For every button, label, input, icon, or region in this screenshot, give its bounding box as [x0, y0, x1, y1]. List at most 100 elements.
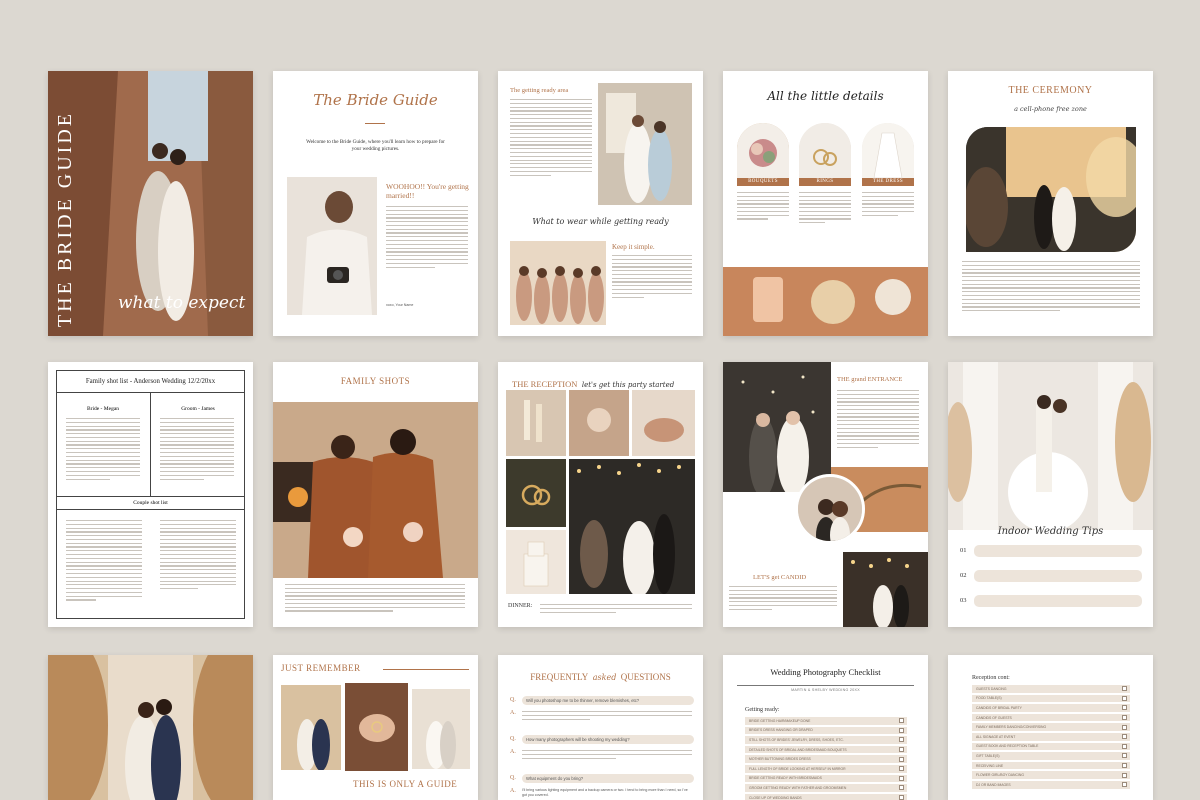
- checklist-item[interactable]: BRIDE GETTING HAIR/MAKEUP DONE: [745, 717, 907, 726]
- faq-q2-text: How many photographers will be shooting …: [526, 737, 630, 742]
- checklist-item-label: FULL LENGTH OF BRIDE LOOKING AT HERSELF …: [749, 766, 846, 771]
- faq-a3-letter: A.: [510, 788, 516, 794]
- checkbox[interactable]: [1122, 686, 1127, 692]
- checklist-item[interactable]: BRIDE'S DRESS HANGING OR DRAPED: [745, 726, 907, 736]
- checklist-item[interactable]: CLOSE UP OF WEDDING BANDS: [745, 793, 907, 800]
- page-details[interactable]: All the little details BOUQUETS RINGS TH…: [723, 71, 928, 336]
- checkbox[interactable]: [1122, 763, 1127, 769]
- page-pampas-couple[interactable]: [48, 655, 253, 800]
- checkbox[interactable]: [1122, 782, 1127, 788]
- checkbox[interactable]: [1122, 772, 1127, 778]
- label-bouquets: BOUQUETS: [737, 178, 789, 186]
- checkbox[interactable]: [1122, 753, 1127, 759]
- checklist-item[interactable]: MOTHER BUTTONING BRIDES DRESS: [745, 755, 907, 764]
- ceremony-body: [962, 261, 1140, 314]
- checkbox[interactable]: [899, 718, 904, 724]
- checklist-item[interactable]: GUESTS DANCING: [972, 685, 1130, 694]
- page-family-list[interactable]: Family shot list - Anderson Wedding 12/2…: [48, 362, 253, 627]
- checkbox[interactable]: [899, 727, 904, 733]
- rings-text: [799, 192, 851, 226]
- reception-dance-photo: [569, 459, 695, 594]
- checklist-item-label: GIFT TABLE(S): [976, 753, 1000, 758]
- page-reception[interactable]: THE RECEPTION let's get this party start…: [498, 362, 703, 627]
- checkbox[interactable]: [1122, 695, 1127, 701]
- checklist-item[interactable]: CANDIDS OF GUESTS: [972, 713, 1130, 723]
- checkbox[interactable]: [899, 766, 904, 772]
- checklist-item[interactable]: GIFT TABLE(S): [972, 752, 1130, 761]
- faq-title: FREQUENTLY asked QUESTIONS: [498, 667, 703, 685]
- checkbox[interactable]: [1122, 734, 1127, 740]
- page-cover[interactable]: THE BRIDE GUIDE what to expect: [48, 71, 253, 336]
- page-checklist[interactable]: Wedding Photography Checklist MARTIN & S…: [723, 655, 928, 800]
- checklist-item[interactable]: FOOD TABLE(S): [972, 694, 1130, 704]
- checklist-item-label: FLOWER GIRL/BOY DANCING: [976, 773, 1024, 778]
- checklist-item-label: RECEIVING LINE: [976, 763, 1004, 768]
- checklist-item[interactable]: BRIDE GETTING READY WITH BRIDESMAIDS: [745, 774, 907, 784]
- page-bride-guide[interactable]: The Bride Guide Welcome to the Bride Gui…: [273, 71, 478, 336]
- label-dress: THE DRESS: [862, 178, 914, 186]
- page-getting-ready[interactable]: The getting ready area What to wear whil…: [498, 71, 703, 336]
- details-title: All the little details: [767, 89, 884, 103]
- dinner-label: DINNER:: [508, 603, 533, 609]
- checklist-item[interactable]: GUEST BOOK AND RECEPTION TABLE: [972, 742, 1130, 752]
- faq-title-b: QUESTIONS: [620, 672, 671, 682]
- family-shots-title: FAMILY SHOTS: [340, 376, 411, 386]
- checkbox[interactable]: [899, 737, 904, 743]
- checklist-item-label: FAMILY MEMBERS DANCING/CONVERSING: [976, 725, 1047, 730]
- reception-lights-photo: [843, 552, 928, 627]
- grand-entrance-body: [837, 390, 919, 451]
- checklist-item[interactable]: CANDIDS OF BRIDAL PARTY: [972, 704, 1130, 713]
- checkbox[interactable]: [1122, 715, 1127, 721]
- checkbox[interactable]: [899, 775, 904, 781]
- keep-simple-heading: Keep it simple.: [612, 243, 655, 251]
- checklist-item[interactable]: ALL SIGNAGE AT EVENT: [972, 732, 1130, 742]
- checklist-item[interactable]: FLOWER GIRL/BOY DANCING: [972, 771, 1130, 780]
- faq-question-2[interactable]: How many photographers will be shooting …: [522, 735, 694, 744]
- remember-photo-1: [281, 685, 341, 770]
- checkbox[interactable]: [899, 785, 904, 791]
- ceremony-aisle-photo: [966, 127, 1136, 252]
- faq-answer-1: [522, 711, 692, 722]
- page-reception-cont[interactable]: Reception cont: GUESTS DANCING FOOD TABL…: [948, 655, 1153, 800]
- checklist-item-label: ALL SIGNAGE AT EVENT: [976, 734, 1016, 739]
- checklist-item[interactable]: FAMILY MEMBERS DANCING/CONVERSING: [972, 723, 1130, 732]
- checklist-item[interactable]: DETAILED SHOTS OF BRIDAL AND BRIDESMAID …: [745, 745, 907, 755]
- faq-question-3[interactable]: What equipment do you bring?: [522, 774, 694, 783]
- couple-divider-2: [56, 509, 245, 510]
- checklist-item-label: GROOM GETTING READY WITH FATHER AND GROO…: [749, 785, 847, 790]
- pampas-couple-photo: [48, 655, 253, 800]
- checkbox[interactable]: [1122, 743, 1127, 749]
- checklist-item-label: BRIDE'S DRESS HANGING OR DRAPED: [749, 728, 813, 733]
- only-guide-title: THIS IS ONLY A GUIDE: [353, 779, 458, 789]
- getting-ready-title: The getting ready area: [510, 87, 569, 94]
- page-family-shots[interactable]: FAMILY SHOTS: [273, 362, 478, 627]
- checkbox[interactable]: [1122, 724, 1127, 730]
- checkbox[interactable]: [899, 795, 904, 800]
- page-just-remember[interactable]: JUST REMEMBER THIS IS ONLY A GUIDE: [273, 655, 478, 800]
- checkbox[interactable]: [899, 747, 904, 753]
- checkbox[interactable]: [899, 756, 904, 762]
- page-ceremony[interactable]: THE CEREMONY a cell-phone free zone: [948, 71, 1153, 336]
- faq-question-1[interactable]: Will you photoshop me to be thinner, rem…: [522, 696, 694, 705]
- groom-list: [160, 418, 234, 482]
- reception-cont-items: GUESTS DANCING FOOD TABLE(S) CANDIDS OF …: [972, 685, 1130, 791]
- page-faq[interactable]: FREQUENTLY asked QUESTIONS Q. Will you p…: [498, 655, 703, 800]
- checklist-item[interactable]: RECEIVING LINE: [972, 761, 1130, 771]
- checklist-item[interactable]: FULL LENGTH OF BRIDE LOOKING AT HERSELF …: [745, 764, 907, 774]
- checklist-item[interactable]: STILL SHOTS OF BRIDES' JEWELRY, DRESS, S…: [745, 736, 907, 745]
- reception-cont-title: Reception cont:: [972, 675, 1010, 681]
- faq-answer-3: I'll bring various lighting equipment an…: [522, 788, 688, 797]
- family-list-title: Family shot list - Anderson Wedding 12/2…: [85, 378, 216, 385]
- checkbox[interactable]: [1122, 705, 1127, 711]
- reception-photo-rings: [506, 459, 566, 527]
- checklist-item-label: CANDIDS OF BRIDAL PARTY: [976, 705, 1022, 710]
- checklist-item-label: FOOD TABLE(S): [976, 696, 1002, 701]
- checklist-sub: MARTIN & SHELBY WEDDING 20XX: [791, 688, 860, 692]
- page-grand-entrance[interactable]: THE grand ENTRANCE LET'S get CANDID: [723, 362, 928, 627]
- checklist-item[interactable]: DJ OR BAND IMAGES: [972, 780, 1130, 790]
- checklist-item[interactable]: GROOM GETTING READY WITH FATHER AND GROO…: [745, 784, 907, 793]
- rings-photo: [799, 123, 851, 178]
- faq-title-a: FREQUENTLY: [530, 672, 589, 682]
- page-indoor-tips[interactable]: Indoor Wedding Tips 01 02 03: [948, 362, 1153, 627]
- checklist-items: BRIDE GETTING HAIR/MAKEUP DONE BRIDE'S D…: [745, 717, 907, 800]
